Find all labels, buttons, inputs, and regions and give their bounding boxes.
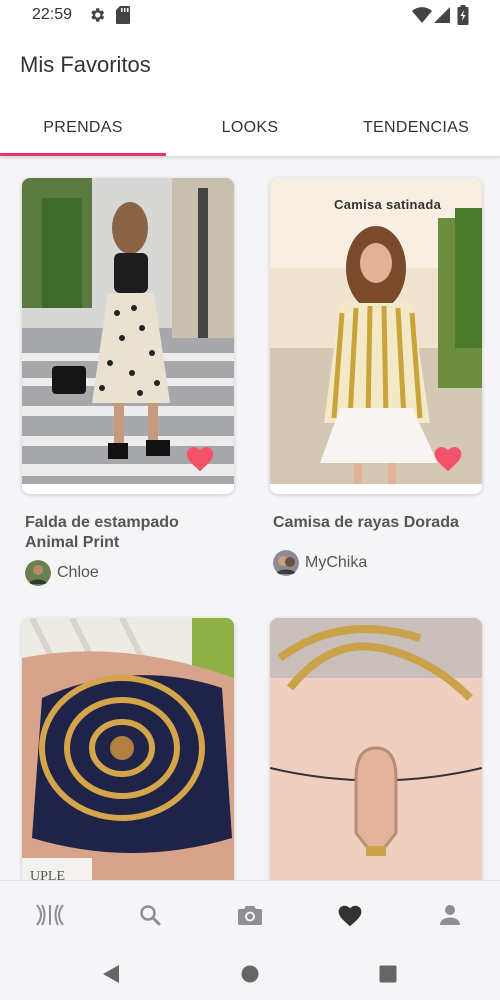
tab-tendencias[interactable]: TENDENCIAS bbox=[333, 100, 499, 156]
tab-prendas[interactable]: PRENDAS bbox=[0, 100, 166, 156]
back-icon bbox=[103, 965, 119, 983]
avatar bbox=[25, 560, 51, 586]
signal-icon bbox=[434, 7, 450, 23]
nav-home[interactable] bbox=[0, 881, 100, 949]
status-time: 22:59 bbox=[32, 6, 73, 23]
product-image bbox=[270, 178, 482, 484]
product-card[interactable] bbox=[270, 618, 482, 888]
author-row[interactable]: Chloe bbox=[25, 560, 99, 586]
tab-looks[interactable]: LOOKS bbox=[167, 100, 333, 156]
tab-indicator bbox=[0, 153, 166, 156]
bottom-navigation bbox=[0, 880, 500, 948]
product-image: UPLE bbox=[22, 618, 234, 888]
brand-logo-icon bbox=[36, 904, 64, 926]
gear-icon bbox=[91, 8, 105, 22]
tab-bar: PRENDAS LOOKS TENDENCIAS bbox=[0, 100, 500, 156]
avatar bbox=[273, 550, 299, 576]
nav-favorites[interactable] bbox=[300, 881, 400, 949]
page-title: Mis Favoritos bbox=[20, 52, 151, 77]
system-recents-button[interactable] bbox=[374, 960, 402, 988]
product-title[interactable]: Camisa de rayas Dorada bbox=[273, 513, 483, 533]
wifi-icon bbox=[412, 7, 432, 23]
nav-profile[interactable] bbox=[400, 881, 500, 949]
product-card[interactable]: Camisa satinada bbox=[270, 178, 482, 494]
battery-icon bbox=[457, 5, 469, 25]
search-icon bbox=[140, 905, 161, 926]
system-back-button[interactable] bbox=[97, 960, 125, 988]
system-home-button[interactable] bbox=[236, 960, 264, 988]
product-title[interactable]: Falda de estampado Animal Print bbox=[25, 513, 225, 553]
heart-icon bbox=[338, 905, 362, 927]
carousel-dots bbox=[354, 486, 424, 493]
app-bar: Mis Favoritos bbox=[0, 30, 500, 100]
favorite-heart-icon[interactable] bbox=[184, 444, 216, 472]
product-image bbox=[270, 618, 482, 888]
nav-camera[interactable] bbox=[200, 881, 300, 949]
nav-search[interactable] bbox=[100, 881, 200, 949]
camera-icon bbox=[238, 906, 262, 925]
product-image bbox=[22, 178, 234, 484]
author-row[interactable]: MyChika bbox=[273, 550, 367, 576]
favorite-heart-icon[interactable] bbox=[432, 444, 464, 472]
home-icon bbox=[241, 965, 259, 983]
profile-icon bbox=[440, 905, 460, 925]
product-card[interactable] bbox=[22, 178, 234, 494]
system-navigation bbox=[0, 948, 500, 1000]
recents-icon bbox=[379, 965, 397, 983]
product-card[interactable]: UPLE bbox=[22, 618, 234, 888]
image-caption: Camisa satinada bbox=[334, 197, 442, 212]
author-name: Chloe bbox=[57, 564, 99, 581]
status-bar: 22:59 bbox=[0, 0, 500, 30]
sd-card-icon bbox=[116, 6, 130, 24]
author-name: MyChika bbox=[305, 554, 368, 571]
